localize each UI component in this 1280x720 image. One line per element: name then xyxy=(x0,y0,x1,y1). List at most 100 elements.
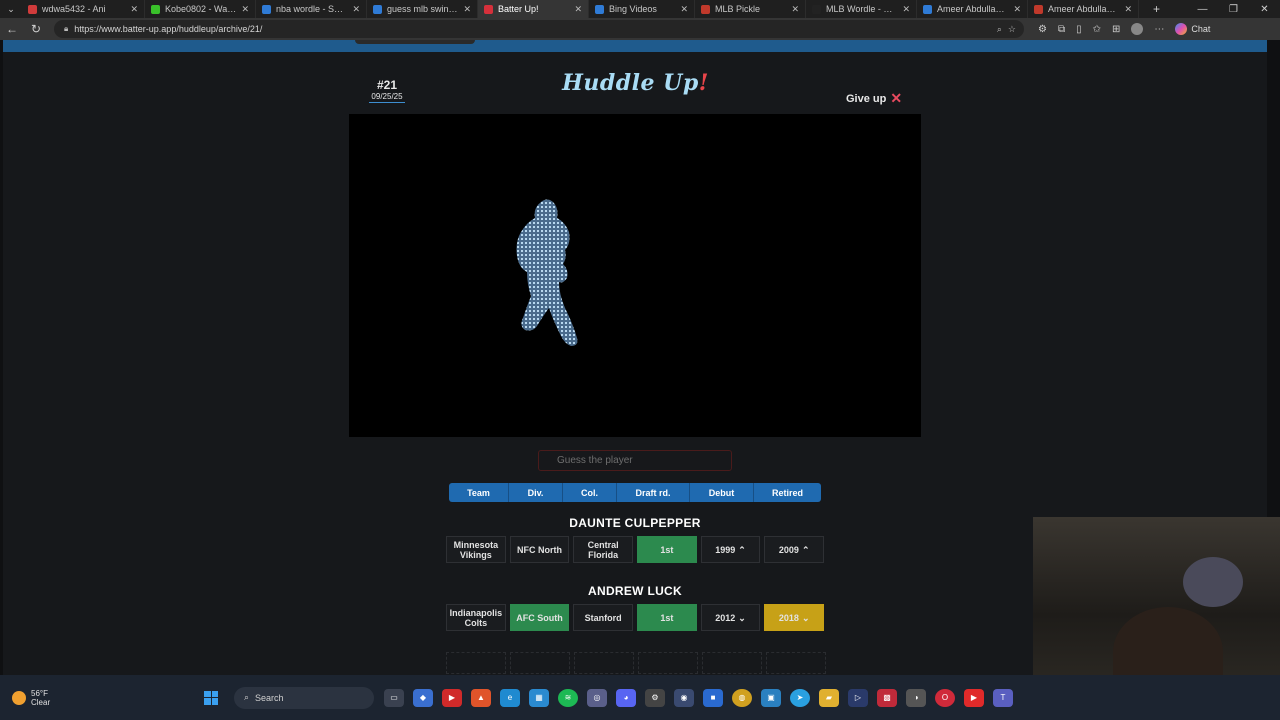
refresh-icon[interactable]: ↻ xyxy=(24,22,48,36)
photos-icon[interactable]: ▦ xyxy=(529,688,549,707)
guess-cell: 1st xyxy=(637,536,697,563)
minimize-icon[interactable]: — xyxy=(1187,0,1218,18)
close-window-icon[interactable]: ✕ xyxy=(1249,0,1280,18)
guess-input-wrapper xyxy=(538,450,732,471)
file-explorer-icon[interactable]: ▰ xyxy=(819,688,839,707)
teams-icon[interactable]: T xyxy=(993,688,1013,707)
empty-guess-row xyxy=(446,652,826,674)
column-header[interactable]: Debut xyxy=(690,483,754,502)
browser-tab[interactable]: Kobe0802 - Watch cl ✕ xyxy=(145,0,256,18)
guess-cell: 1999 ⌃ xyxy=(700,536,761,563)
browser-tab[interactable]: nba wordle - Search ✕ xyxy=(256,0,367,18)
app-icon-c[interactable]: ▣ xyxy=(761,688,781,707)
copilot-chat-button[interactable]: Chat xyxy=(1175,23,1210,35)
tab-close-icon[interactable]: ✕ xyxy=(791,4,799,15)
column-header[interactable]: Draft rd. xyxy=(617,483,690,502)
guess-cell: AFC South xyxy=(509,604,570,631)
tab-title: Ameer Abdullah - S xyxy=(937,4,1009,14)
webcam-overlay xyxy=(1033,517,1280,680)
split-screen-icon[interactable]: ▯ xyxy=(1076,24,1082,35)
guess-cells: Minnesota Vikings NFC North Central Florid… xyxy=(446,536,825,563)
address-bar[interactable]: 🔒︎ https://www.batter-up.app/huddleup/ar… xyxy=(54,20,1024,38)
tab-close-icon[interactable]: ✕ xyxy=(463,4,471,15)
zoom-icon[interactable]: ⌕ xyxy=(997,24,1002,35)
browser-tab[interactable]: Ameer Abdullah - S ✕ xyxy=(917,0,1028,18)
column-header[interactable]: Col. xyxy=(563,483,617,502)
app-icon-e[interactable]: ▩ xyxy=(877,688,897,707)
browser-tab-strip: ⌄ wdwa5432 - Ani✕Kobe0802 - Watch cl✕nba… xyxy=(0,0,1280,18)
favorites-icon[interactable]: ✩ xyxy=(1093,24,1101,35)
favorite-star-icon[interactable]: ☆ xyxy=(1008,24,1016,35)
tab-title: Ameer Abdullah Car xyxy=(1048,4,1119,14)
opera-icon[interactable]: O xyxy=(935,688,955,707)
windows-start-icon[interactable] xyxy=(204,690,218,705)
more-menu-icon[interactable]: ⋯ xyxy=(1154,24,1164,35)
cell-value: Stanford xyxy=(584,612,622,623)
app-icon-f[interactable]: ◑ xyxy=(906,688,926,707)
chrome-icon[interactable]: ◍ xyxy=(732,688,752,707)
guess-row: ANDREW LUCK Indianapolis Colts AFC South St… xyxy=(446,584,825,631)
browser-tab[interactable]: Batter Up! ✕ xyxy=(478,0,589,18)
collections-icon[interactable]: ⊞ xyxy=(1112,24,1120,35)
puzzle-number: #21 xyxy=(376,78,398,92)
browser-tab[interactable]: wdwa5432 - Ani ✕ xyxy=(22,0,145,18)
player-silhouette-stage xyxy=(349,114,921,437)
media-icon[interactable]: ◎ xyxy=(587,688,607,707)
discord-icon[interactable]: ◕ xyxy=(616,688,636,707)
profile-avatar-icon[interactable] xyxy=(1131,23,1144,35)
tab-close-icon[interactable]: ✕ xyxy=(1013,4,1021,15)
restore-icon[interactable]: ❐ xyxy=(1218,0,1249,18)
taskbar-search[interactable]: ⌕ Search xyxy=(234,686,374,709)
tab-list-chevron-icon[interactable]: ⌄ xyxy=(0,4,22,15)
spotify-icon[interactable]: ≋ xyxy=(558,688,578,707)
chevron-up-icon: ⌃ xyxy=(738,544,746,555)
tab-close-icon[interactable]: ✕ xyxy=(574,4,582,15)
task-view-icon[interactable]: ▭ xyxy=(384,688,404,707)
column-header[interactable]: Retired xyxy=(754,483,821,502)
youtube-app-icon[interactable]: ▶ xyxy=(442,688,462,707)
tab-title: nba wordle - Search xyxy=(276,4,348,14)
browser-tab[interactable]: Ameer Abdullah Car ✕ xyxy=(1028,0,1139,18)
tab-favicon-icon xyxy=(373,4,382,14)
brave-icon[interactable]: ▲ xyxy=(471,688,491,707)
tab-close-icon[interactable]: ✕ xyxy=(902,4,910,15)
tab-title: MLB Wordle - Guess xyxy=(826,4,897,14)
browser-tools: ⚙ ⧉ ▯ ✩ ⊞ ⋯ Chat xyxy=(1038,23,1210,35)
weather-widget[interactable]: 56°F Clear xyxy=(12,689,192,707)
column-header[interactable]: Div. xyxy=(509,483,563,502)
youtube-icon[interactable]: ▶ xyxy=(964,688,984,707)
url-text: https://www.batter-up.app/huddleup/archi… xyxy=(74,24,263,34)
edge-icon[interactable]: e xyxy=(500,688,520,707)
back-icon[interactable]: ← xyxy=(0,22,24,36)
app-icon-a[interactable]: ◉ xyxy=(674,688,694,707)
tab-close-icon[interactable]: ✕ xyxy=(241,4,249,15)
tab-close-icon[interactable]: ✕ xyxy=(680,4,688,15)
browser-tab[interactable]: guess mlb swing - S ✕ xyxy=(367,0,478,18)
guess-player-input[interactable] xyxy=(557,455,727,466)
guess-cell: 2009 ⌃ xyxy=(764,536,825,563)
extension-icon[interactable]: ⚙ xyxy=(1038,24,1047,35)
puzzle-date[interactable]: 09/25/25 xyxy=(369,92,405,103)
browser-tab[interactable]: MLB Wordle - Guess ✕ xyxy=(806,0,917,18)
tab-close-icon[interactable]: ✕ xyxy=(352,4,360,15)
telegram-icon[interactable]: ➤ xyxy=(790,688,810,707)
copilot-icon xyxy=(1175,23,1188,35)
copilot-app-icon[interactable]: ◆ xyxy=(413,688,433,707)
give-up-label: Give up xyxy=(846,92,887,105)
extensions-puzzle-icon[interactable]: ⧉ xyxy=(1058,24,1065,35)
site-header-bar xyxy=(3,40,1267,52)
browser-toolbar: ← ↻ 🔒︎ https://www.batter-up.app/huddleu… xyxy=(0,18,1280,40)
app-icon-d[interactable]: ▷ xyxy=(848,688,868,707)
browser-tab[interactable]: Bing Videos ✕ xyxy=(589,0,695,18)
new-tab-icon[interactable]: + xyxy=(1153,2,1160,16)
column-header[interactable]: Team xyxy=(449,483,509,502)
give-up-button[interactable]: Give up ✕ xyxy=(846,90,902,107)
tab-close-icon[interactable]: ✕ xyxy=(1124,4,1132,15)
cell-value: 2018 xyxy=(778,612,799,623)
tab-title: Batter Up! xyxy=(498,4,539,14)
cell-value: NFC North xyxy=(517,544,562,555)
settings-icon[interactable]: ⚙ xyxy=(645,688,665,707)
tab-close-icon[interactable]: ✕ xyxy=(130,4,138,15)
browser-tab[interactable]: MLB Pickle ✕ xyxy=(695,0,806,18)
app-icon-b[interactable]: ■ xyxy=(703,688,723,707)
